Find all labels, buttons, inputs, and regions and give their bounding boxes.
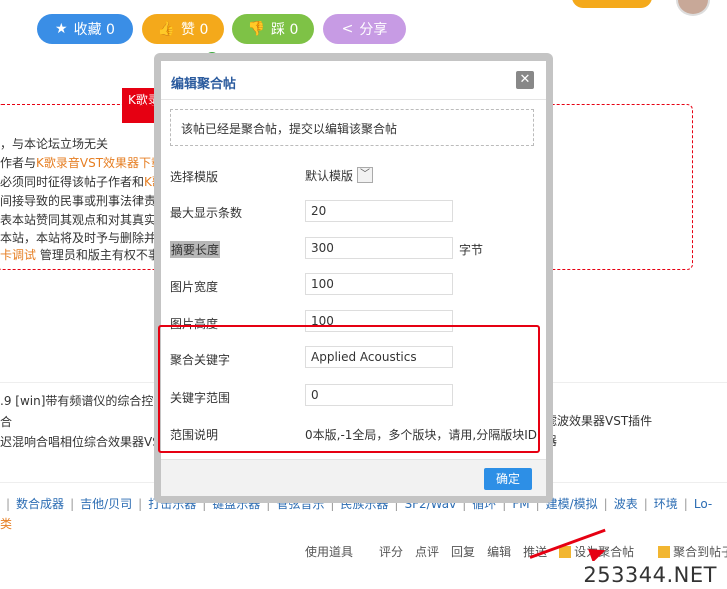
post-toolbar: 使用道具评分点评回复编辑推送设为聚合帖聚合到帖子 xyxy=(305,543,727,560)
avatar[interactable] xyxy=(676,0,710,16)
dialog-footer: 确定 xyxy=(161,459,546,496)
keyword-input[interactable] xyxy=(305,346,453,368)
chevron-down-icon: ﹀ xyxy=(357,167,374,183)
disclaimer-text: 必须同时征得该帖子作者和 xyxy=(0,175,145,189)
share-button[interactable]: < 分享 xyxy=(323,14,406,44)
category-link[interactable]: 波表 xyxy=(614,497,638,511)
disclaimer-line: 表本站赞同其观点和对其真实 xyxy=(0,213,157,227)
watermark: 253344.NET xyxy=(579,561,721,589)
category-link[interactable]: 类 xyxy=(0,515,12,532)
thumbs-up-icon: 👍 xyxy=(157,21,176,37)
scope-desc-text: 0本版,-1全局，多个版块，请用,分隔版块ID xyxy=(305,428,538,442)
like-button[interactable]: 👍 赞 0 xyxy=(142,14,224,44)
thread-link[interactable]: .9 [win]带有频谱仪的综合控制 xyxy=(0,392,165,409)
top-right-button[interactable] xyxy=(572,0,652,8)
reply-link[interactable]: 回复 xyxy=(451,545,475,559)
thread-link[interactable]: 合 xyxy=(0,413,12,430)
keyword-scope-input[interactable] xyxy=(305,384,453,406)
dislike-label: 踩 0 xyxy=(271,22,299,38)
favorite-label: 收藏 0 xyxy=(73,22,115,38)
share-icon: < xyxy=(341,21,354,37)
thumbs-down-icon: 👎 xyxy=(247,21,266,37)
thread-link[interactable]: 迟混响合唱相位综合效果器VS xyxy=(0,433,160,450)
aggregate-to-link[interactable]: 聚合到帖子 xyxy=(658,545,727,559)
disclaimer-line: 间接导致的民事或刑事法律责任 xyxy=(0,194,169,208)
category-link[interactable]: 建模/模拟 xyxy=(546,497,598,511)
share-label: 分享 xyxy=(359,22,388,38)
disclaimer-line: 卡调试 管理员和版主有权不事 xyxy=(0,246,160,263)
keyword-label: 聚合关键字 xyxy=(170,353,231,367)
star-icon: ★ xyxy=(55,21,68,37)
dialog-title: 编辑聚合帖 xyxy=(171,77,237,92)
aggregate-icon xyxy=(658,546,671,558)
use-tool-link[interactable]: 使用道具 xyxy=(305,545,353,559)
disclaimer-text: 作者与 xyxy=(0,156,37,170)
disclaimer-line: 作者与K歌录音VST效果器下载 xyxy=(0,154,163,171)
edit-aggregate-dialog: 编辑聚合帖 ✕ 该帖已经是聚合帖，提交以编辑该聚合帖 选择模版 默认模版 ﹀ 最… xyxy=(158,61,546,496)
image-width-input[interactable] xyxy=(305,273,453,295)
disclaimer-line: ，与本论坛立场无关 xyxy=(0,137,109,151)
aggregate-to-label: 聚合到帖子 xyxy=(673,545,727,559)
notice-box: 该帖已经是聚合帖，提交以编辑该聚合帖 xyxy=(170,109,534,146)
category-link[interactable]: 环境 xyxy=(654,497,678,511)
disclaimer-link[interactable]: K歌录音VST效果器下载 xyxy=(36,156,163,170)
favorite-button[interactable]: ★ 收藏 0 xyxy=(37,14,133,44)
category-link[interactable]: 吉他/贝司 xyxy=(80,497,132,511)
thread-link[interactable]: 滤波效果器VST插件 xyxy=(545,412,652,429)
summary-unit: 字节 xyxy=(459,243,484,257)
template-label: 选择模版 xyxy=(170,170,219,184)
divider xyxy=(161,99,546,100)
disclaimer-line: 本站，本站将及时予与删除并 xyxy=(0,231,157,245)
category-link[interactable]: 数合成器 xyxy=(16,497,64,511)
max-items-input[interactable] xyxy=(305,200,453,222)
close-icon[interactable]: ✕ xyxy=(516,71,534,89)
template-value: 默认模版 xyxy=(305,168,354,183)
category-link[interactable]: Lo- xyxy=(694,497,712,511)
like-label: 赞 0 xyxy=(181,22,209,38)
disclaimer-line: 必须同时征得该帖子作者和K歌 xyxy=(0,173,164,190)
summary-length-input[interactable] xyxy=(305,237,453,259)
rate-link[interactable]: 评分 xyxy=(379,545,403,559)
scope-desc-label: 范围说明 xyxy=(170,428,219,442)
summary-length-label: 摘要长度 xyxy=(170,241,221,258)
max-items-label: 最大显示条数 xyxy=(170,206,243,220)
template-select[interactable]: 默认模版 ﹀ xyxy=(305,165,374,185)
disclaimer-text: 管理员和版主有权不事 xyxy=(36,248,160,262)
image-width-label: 图片宽度 xyxy=(170,280,219,294)
edit-link[interactable]: 编辑 xyxy=(487,545,511,559)
dislike-button[interactable]: 👎 踩 0 xyxy=(232,14,314,44)
keyword-scope-label: 关键字范围 xyxy=(170,391,231,405)
comment-link[interactable]: 点评 xyxy=(415,545,439,559)
confirm-button[interactable]: 确定 xyxy=(484,468,532,490)
disclaimer-link[interactable]: 卡调试 xyxy=(0,248,36,262)
